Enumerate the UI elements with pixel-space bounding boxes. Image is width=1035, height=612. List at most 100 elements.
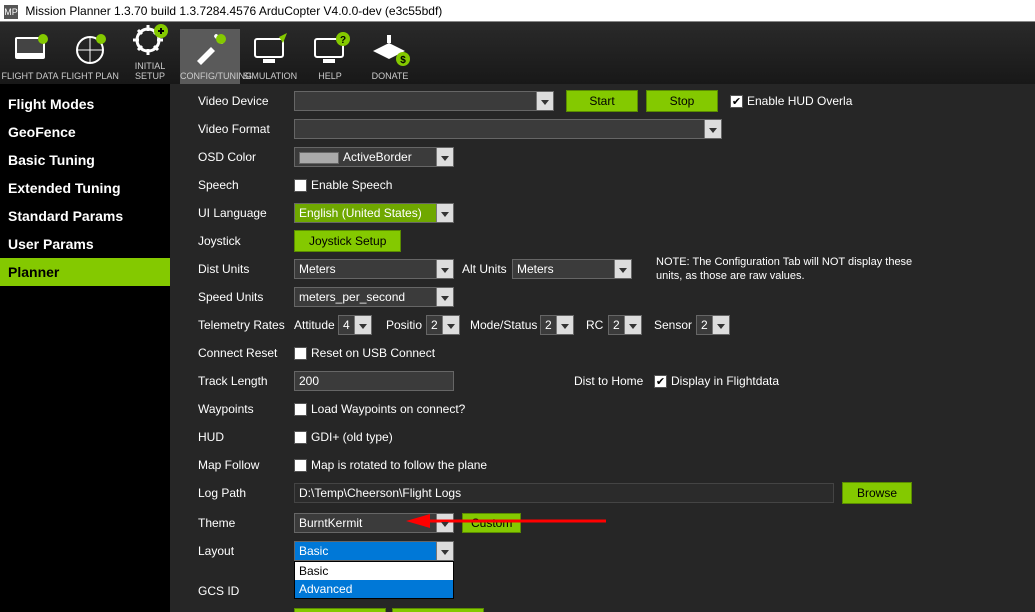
toolbar-flight-plan[interactable]: FLIGHT PLAN (60, 29, 120, 84)
osd-color-combo[interactable]: ActiveBorder (294, 147, 454, 167)
video-format-label: Video Format (198, 122, 294, 136)
checkbox-icon: ✔ (654, 375, 667, 388)
checkbox-icon (294, 403, 307, 416)
checkbox-icon (294, 179, 307, 192)
sidebar-item-user-params[interactable]: User Params (0, 230, 170, 258)
window-title: Mission Planner 1.3.70 build 1.3.7284.45… (25, 4, 442, 18)
video-format-combo[interactable] (294, 119, 722, 139)
map-follow-label: Map Follow (198, 458, 294, 472)
speech-label: Speech (198, 178, 294, 192)
toolbar-label: FLIGHT DATA (0, 71, 60, 81)
toolbar-flight-data[interactable]: FLIGHT DATA (0, 29, 60, 84)
toolbar-label: FLIGHT PLAN (60, 71, 120, 81)
checkbox-icon (294, 431, 307, 444)
enable-hud-checkbox[interactable]: ✔ Enable HUD Overla (730, 94, 852, 108)
enable-speech-checkbox[interactable]: Enable Speech (294, 178, 392, 192)
video-device-combo[interactable] (294, 91, 554, 111)
enable-speech-label: Enable Speech (311, 178, 392, 192)
start-stop-vario-button[interactable]: Start/Stop Vario (294, 608, 386, 612)
flight-plan-icon (69, 31, 111, 69)
altitude-angel-button[interactable]: AltitudeAngel (392, 608, 484, 612)
help-icon: ? (309, 31, 351, 69)
browse-button[interactable]: Browse (842, 482, 912, 504)
toolbar-config-tuning[interactable]: CONFIG/TUNING (180, 29, 240, 84)
tele-mode-combo[interactable]: 2 (540, 315, 574, 335)
connect-reset-label: Connect Reset (198, 346, 294, 360)
units-note: NOTE: The Configuration Tab will NOT dis… (656, 255, 926, 283)
telemetry-rates-label: Telemetry Rates (198, 318, 294, 332)
dist-units-label: Dist Units (198, 262, 294, 276)
toolbar-label: INITIAL SETUP (120, 61, 180, 81)
sidebar-item-extended-tuning[interactable]: Extended Tuning (0, 174, 170, 202)
hud-label: HUD (198, 430, 294, 444)
main-toolbar: FLIGHT DATA FLIGHT PLAN INITIAL SETUP CO… (0, 22, 1035, 84)
osd-color-value: ActiveBorder (343, 150, 412, 164)
waypoints-label: Waypoints (198, 402, 294, 416)
gdi-label: GDI+ (old type) (311, 430, 393, 444)
sidebar-item-planner[interactable]: Planner (0, 258, 170, 286)
ui-language-combo[interactable]: English (United States) (294, 203, 454, 223)
tele-attitude-combo[interactable]: 4 (338, 315, 372, 335)
dist-home-label: Dist to Home (574, 374, 654, 388)
theme-combo[interactable]: BurntKermit (294, 513, 454, 533)
planner-panel: Video Device Start Stop ✔ Enable HUD Ove… (170, 84, 1035, 612)
sidebar: Flight Modes GeoFence Basic Tuning Exten… (0, 84, 170, 612)
tele-sensor-combo[interactable]: 2 (696, 315, 730, 335)
toolbar-label: DONATE (360, 71, 420, 81)
video-device-label: Video Device (198, 94, 294, 108)
display-flightdata-label: Display in Flightdata (671, 374, 779, 388)
toolbar-initial-setup[interactable]: INITIAL SETUP (120, 19, 180, 84)
tele-position-combo[interactable]: 2 (426, 315, 460, 335)
simulation-icon (249, 31, 291, 69)
reset-usb-checkbox[interactable]: Reset on USB Connect (294, 346, 435, 360)
joystick-setup-button[interactable]: Joystick Setup (294, 230, 401, 252)
custom-theme-button[interactable]: Custom (462, 513, 521, 533)
sidebar-item-standard-params[interactable]: Standard Params (0, 202, 170, 230)
display-flightdata-checkbox[interactable]: ✔ Display in Flightdata (654, 374, 779, 388)
joystick-label: Joystick (198, 234, 294, 248)
layout-dropdown-list: Basic Advanced (294, 561, 454, 599)
layout-option-advanced[interactable]: Advanced (295, 580, 453, 598)
load-waypoints-label: Load Waypoints on connect? (311, 402, 465, 416)
video-stop-button[interactable]: Stop (646, 90, 718, 112)
checkbox-icon (294, 459, 307, 472)
dist-units-combo[interactable]: Meters (294, 259, 454, 279)
layout-combo[interactable]: Basic (294, 541, 454, 561)
layout-label: Layout (198, 544, 294, 558)
tele-rc-combo[interactable]: 2 (608, 315, 642, 335)
svg-text:?: ? (340, 35, 346, 46)
toolbar-donate[interactable]: $ DONATE (360, 29, 420, 84)
speed-units-combo[interactable]: meters_per_second (294, 287, 454, 307)
sidebar-item-basic-tuning[interactable]: Basic Tuning (0, 146, 170, 174)
checkbox-icon (294, 347, 307, 360)
sidebar-item-flight-modes[interactable]: Flight Modes (0, 90, 170, 118)
map-rotated-checkbox[interactable]: Map is rotated to follow the plane (294, 458, 487, 472)
map-rotated-label: Map is rotated to follow the plane (311, 458, 487, 472)
tele-attitude-label: Attitude (294, 318, 338, 332)
osd-color-label: OSD Color (198, 150, 294, 164)
tele-position-label: Positio (386, 318, 426, 332)
tele-sensor-label: Sensor (654, 318, 696, 332)
flight-data-icon (9, 31, 51, 69)
gdi-checkbox[interactable]: GDI+ (old type) (294, 430, 393, 444)
log-path-input[interactable]: D:\Temp\Cheerson\Flight Logs (294, 483, 834, 503)
alt-units-combo[interactable]: Meters (512, 259, 632, 279)
sidebar-item-geofence[interactable]: GeoFence (0, 118, 170, 146)
enable-hud-label: Enable HUD Overla (747, 94, 852, 108)
toolbar-help[interactable]: ? HELP (300, 29, 360, 84)
toolbar-simulation[interactable]: SIMULATION (240, 29, 300, 84)
svg-text:$: $ (400, 55, 406, 66)
ui-language-label: UI Language (198, 206, 294, 220)
main-area: Flight Modes GeoFence Basic Tuning Exten… (0, 84, 1035, 612)
video-start-button[interactable]: Start (566, 90, 638, 112)
tele-mode-label: Mode/Status (470, 318, 540, 332)
track-length-input[interactable]: 200 (294, 371, 454, 391)
toolbar-label: CONFIG/TUNING (180, 71, 240, 81)
color-swatch-icon (299, 152, 339, 164)
alt-units-label: Alt Units (462, 262, 512, 276)
checkbox-icon: ✔ (730, 95, 743, 108)
load-waypoints-checkbox[interactable]: Load Waypoints on connect? (294, 402, 465, 416)
initial-setup-icon (129, 21, 171, 59)
layout-option-basic[interactable]: Basic (295, 562, 453, 580)
gcs-id-label: GCS ID (198, 584, 294, 598)
